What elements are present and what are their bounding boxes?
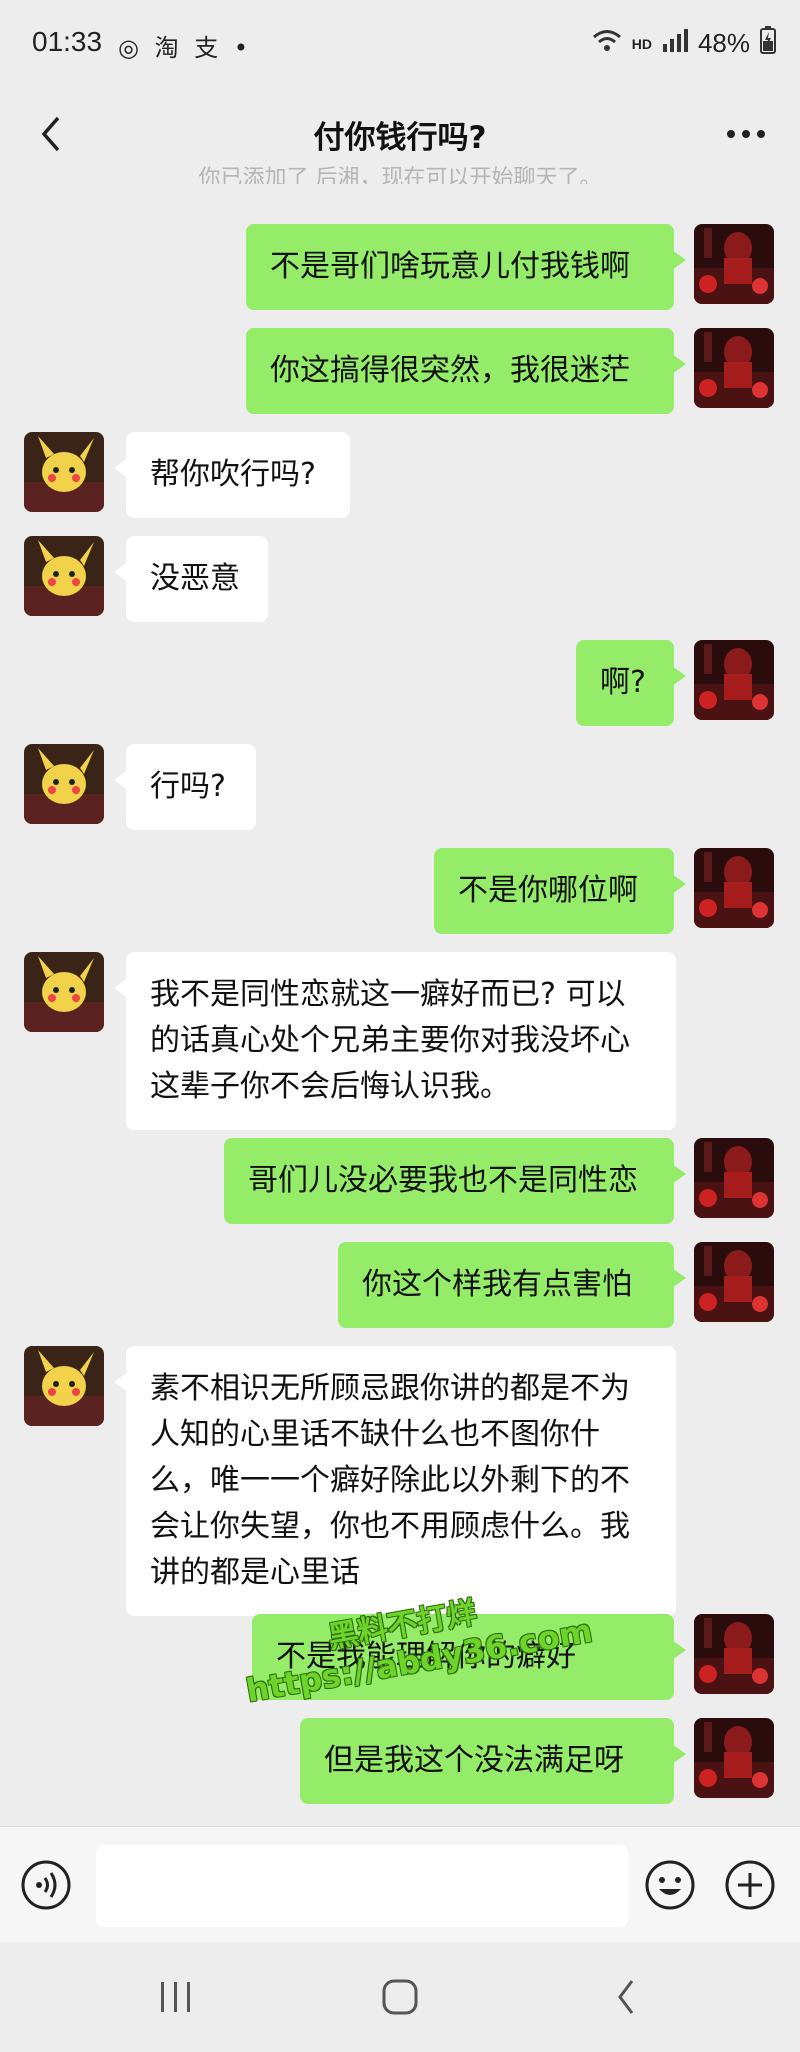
- my-avatar[interactable]: [694, 1614, 774, 1694]
- voice-button[interactable]: [20, 1859, 72, 1915]
- battery-percent: 48%: [697, 28, 750, 58]
- received-message-bubble[interactable]: 帮你吹行吗?: [114, 432, 350, 518]
- my-avatar[interactable]: [694, 1718, 774, 1798]
- status-bar: 01:33 ◎ 淘 支 • HD 48%: [0, 0, 800, 92]
- sent-message-bubble[interactable]: 不是哥们啥玩意儿付我钱啊: [246, 224, 686, 310]
- sent-message-bubble[interactable]: 啊?: [576, 640, 686, 726]
- notification-icons: ◎ 淘 支 •: [118, 34, 252, 62]
- message-input[interactable]: [96, 1845, 628, 1927]
- my-avatar[interactable]: [694, 640, 774, 720]
- system-note: 你已添加了 后湘，现在可以开始聊天了。: [198, 166, 602, 184]
- received-message-bubble[interactable]: 我不是同性恋就这一癖好而已? 可以的话真心处个兄弟主要你对我没坏心这辈子你不会后…: [114, 952, 676, 1130]
- recent-apps-icon: [161, 1982, 190, 2012]
- my-avatar[interactable]: [694, 848, 774, 928]
- sent-message-bubble[interactable]: 哥们儿没必要我也不是同性恋: [224, 1138, 686, 1224]
- sent-message-bubble[interactable]: 不是我能理解你的癖好: [252, 1614, 686, 1700]
- wifi-icon: [592, 28, 622, 59]
- more-options-button[interactable]: [716, 104, 776, 164]
- emoji-icon: [645, 1860, 695, 1910]
- contact-avatar[interactable]: [24, 952, 104, 1032]
- contact-avatar[interactable]: [24, 432, 104, 512]
- received-message-bubble[interactable]: 行吗?: [114, 744, 256, 830]
- back-arrow-icon: [618, 1980, 634, 2014]
- my-avatar[interactable]: [694, 1242, 774, 1322]
- my-avatar[interactable]: [694, 1138, 774, 1218]
- hd-badge: HD: [631, 35, 652, 52]
- battery-icon: [760, 26, 776, 61]
- sent-message-bubble[interactable]: 你这搞得很突然，我很迷茫: [246, 328, 686, 414]
- emoji-button[interactable]: [644, 1859, 696, 1915]
- contact-avatar[interactable]: [24, 1346, 104, 1426]
- status-right: HD 48%: [592, 26, 776, 61]
- sent-message-bubble[interactable]: 你这个样我有点害怕: [338, 1242, 686, 1328]
- signal-icon: [662, 28, 688, 59]
- more-dots-icon: [727, 130, 765, 138]
- contact-avatar[interactable]: [24, 744, 104, 824]
- system-back-button[interactable]: [596, 1972, 656, 2022]
- home-icon: [382, 1979, 418, 2015]
- sent-message-bubble[interactable]: 但是我这个没法满足呀: [300, 1718, 686, 1804]
- plus-icon: [725, 1860, 775, 1910]
- more-functions-button[interactable]: [724, 1859, 776, 1915]
- received-message-bubble[interactable]: 没恶意: [114, 536, 268, 622]
- input-bar: [0, 1826, 800, 1943]
- my-avatar[interactable]: [694, 328, 774, 408]
- voice-icon: [21, 1860, 71, 1910]
- home-button[interactable]: [370, 1972, 430, 2022]
- recent-apps-button[interactable]: [146, 1972, 206, 2022]
- sent-message-bubble[interactable]: 不是你哪位啊: [434, 848, 686, 934]
- chat-title: 付你钱行吗?: [313, 120, 487, 156]
- my-avatar[interactable]: [694, 224, 774, 304]
- received-message-bubble[interactable]: 素不相识无所顾忌跟你讲的都是不为人知的心里话不缺什么也不图你什么，唯一一个癖好除…: [114, 1346, 676, 1616]
- contact-avatar[interactable]: [24, 536, 104, 616]
- system-navigation: [0, 1942, 800, 2052]
- status-time: 01:33: [32, 26, 103, 57]
